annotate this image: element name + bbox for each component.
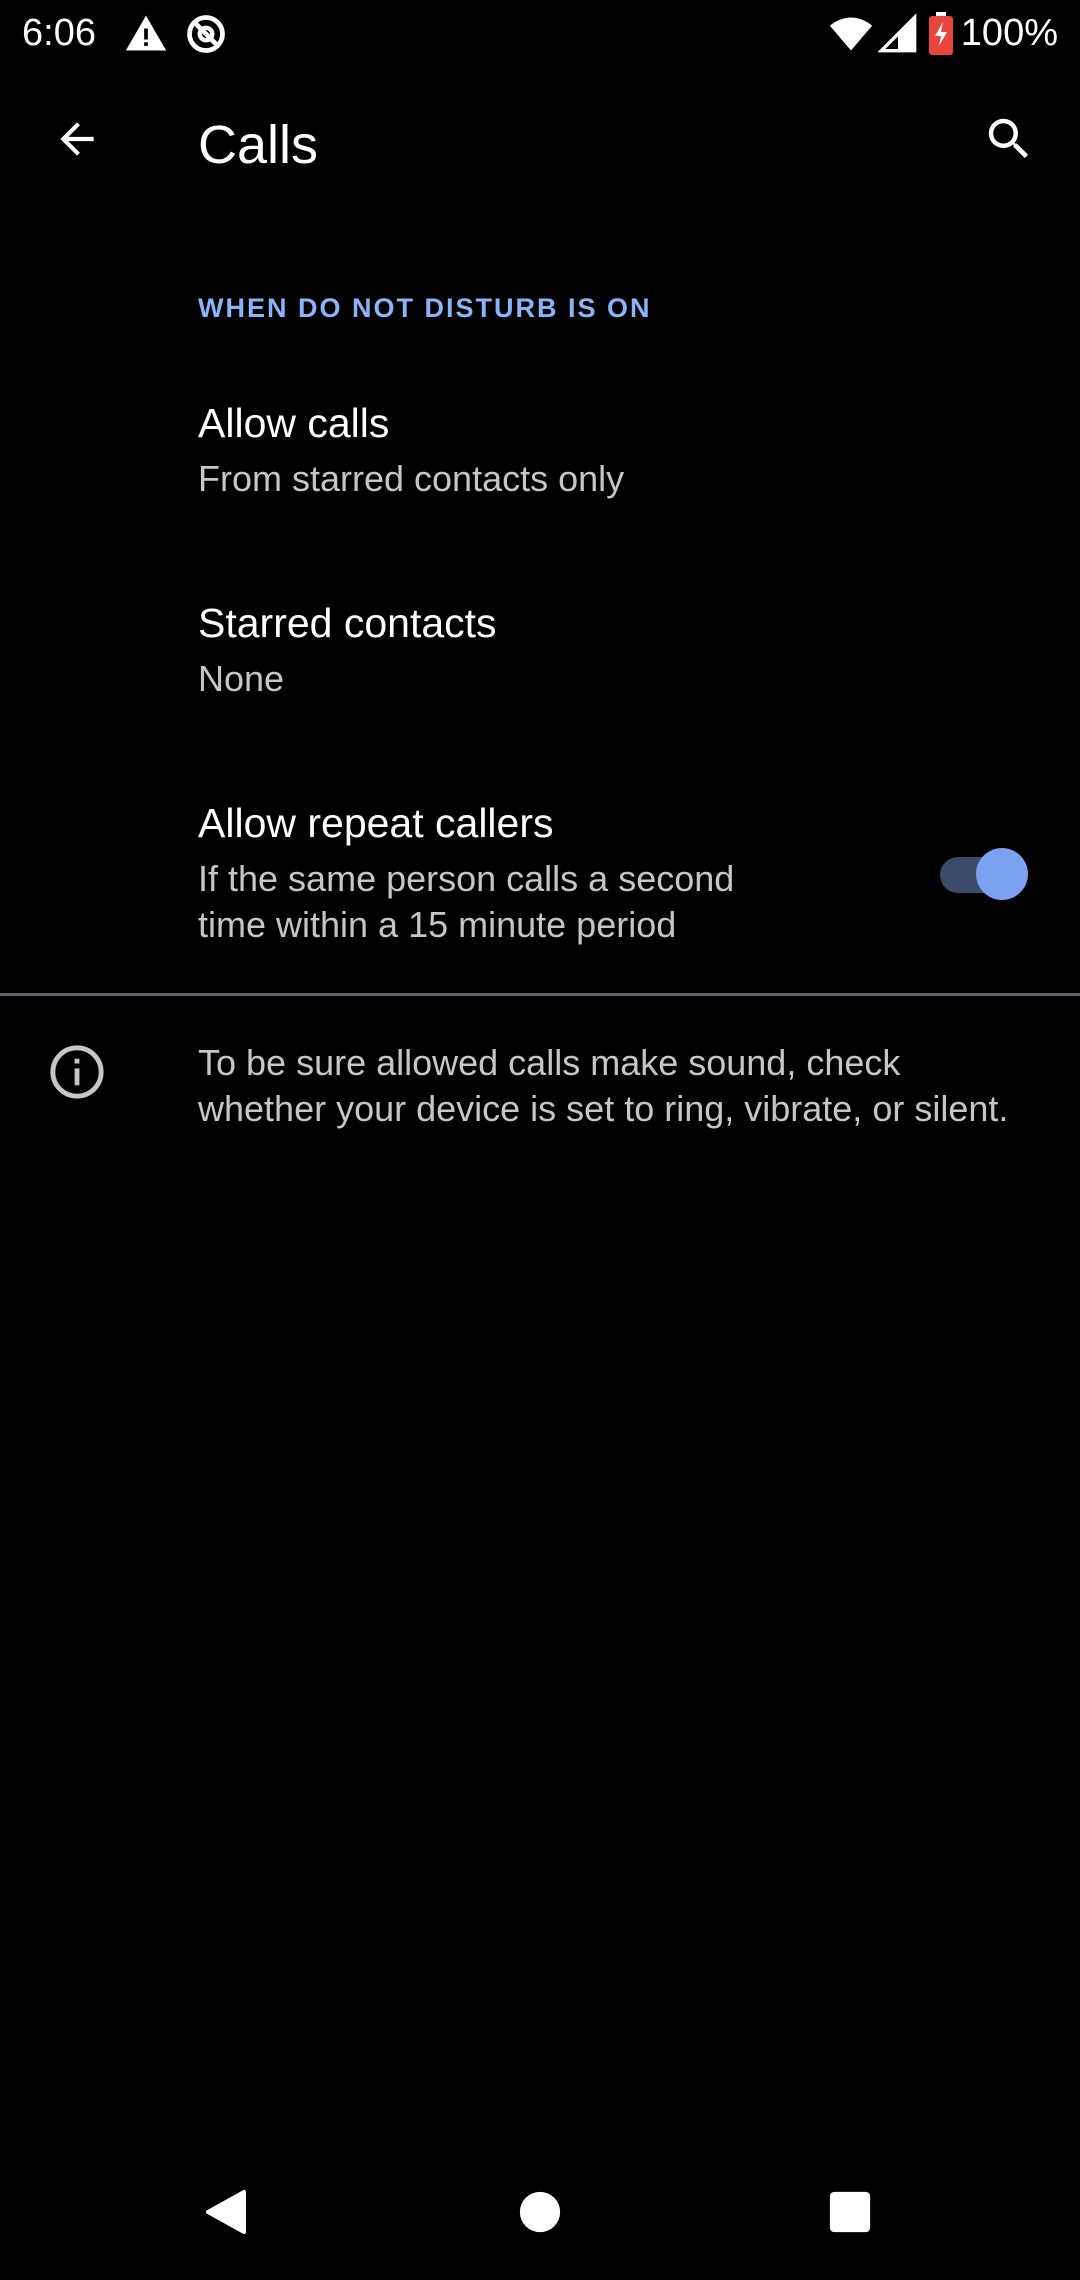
pref-summary: From starred contacts only bbox=[198, 458, 625, 499]
status-time: 6:06 bbox=[22, 12, 96, 54]
search-icon bbox=[982, 112, 1036, 171]
nav-recents-button[interactable] bbox=[800, 2164, 900, 2264]
data-saver-icon bbox=[184, 12, 228, 56]
back-button[interactable] bbox=[36, 100, 118, 182]
divider bbox=[0, 993, 1080, 996]
pref-allow-calls[interactable]: Allow calls From starred contacts only bbox=[0, 370, 1080, 546]
arrow-back-icon bbox=[52, 114, 102, 169]
section-header: WHEN DO NOT DISTURB IS ON bbox=[198, 293, 652, 323]
nav-home-icon bbox=[519, 2191, 561, 2238]
pref-starred-contacts[interactable]: Starred contacts None bbox=[0, 570, 1080, 746]
info-text: To be sure allowed calls make sound, che… bbox=[198, 1042, 1009, 1129]
battery-charging-icon bbox=[928, 12, 954, 56]
cell-signal-icon bbox=[877, 12, 918, 56]
pref-summary-line-1: If the same person calls a second bbox=[198, 858, 735, 899]
status-bar: 6:06 100% bbox=[0, 0, 1080, 66]
toggle-thumb bbox=[976, 848, 1028, 900]
nav-home-button[interactable] bbox=[490, 2164, 590, 2264]
pref-title: Allow calls bbox=[198, 400, 390, 446]
nav-back-icon bbox=[204, 2188, 248, 2241]
pref-allow-repeat-callers[interactable]: Allow repeat callers If the same person … bbox=[0, 770, 1080, 980]
pref-summary-line-2: time within a 15 minute period bbox=[198, 904, 677, 945]
nav-back-button[interactable] bbox=[176, 2164, 276, 2264]
pref-title: Allow repeat callers bbox=[198, 800, 554, 846]
search-button[interactable] bbox=[968, 100, 1050, 182]
wifi-icon bbox=[828, 12, 874, 56]
pref-summary: None bbox=[198, 658, 285, 699]
page-title: Calls bbox=[198, 115, 319, 175]
app-bar: Calls bbox=[0, 66, 1080, 222]
nav-recents-icon bbox=[829, 2191, 871, 2238]
repeat-callers-toggle[interactable] bbox=[936, 842, 1028, 900]
battery-percent: 100% bbox=[960, 12, 1058, 54]
navigation-bar bbox=[0, 2148, 1080, 2280]
alert-icon bbox=[124, 12, 168, 56]
info-icon bbox=[48, 1043, 106, 1101]
pref-title: Starred contacts bbox=[198, 600, 497, 646]
